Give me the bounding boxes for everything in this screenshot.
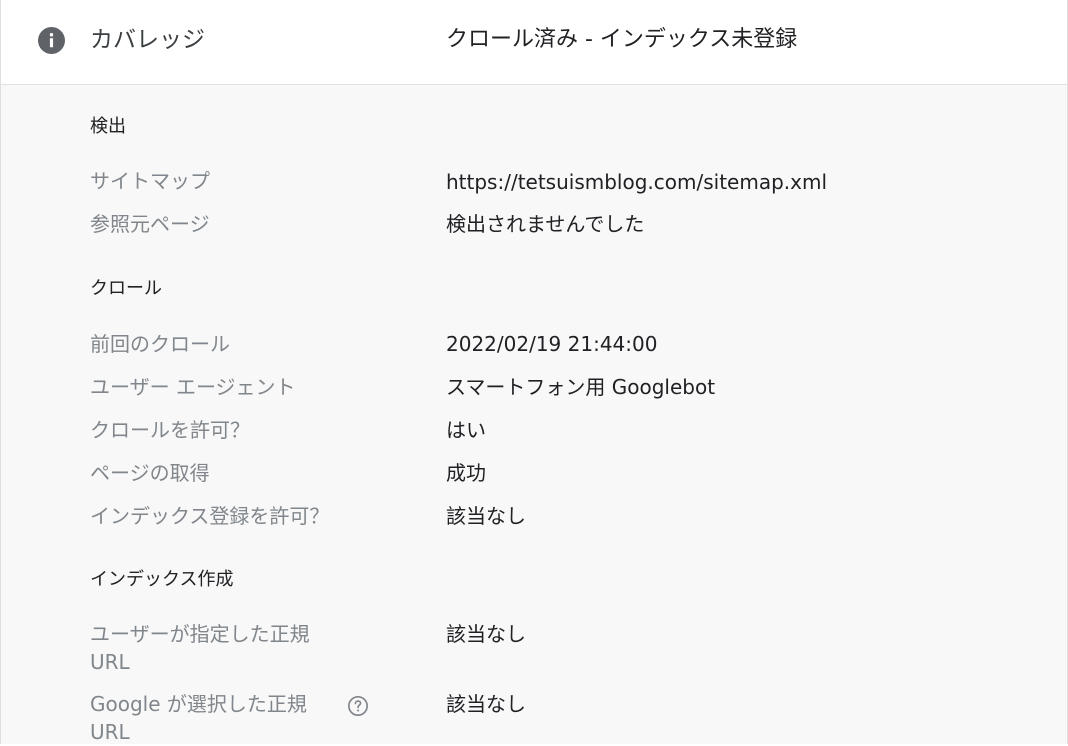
crawl-allowed-label: クロールを許可？ (90, 418, 250, 442)
referring-page-value: 検出されませんでした (446, 212, 645, 236)
info-icon (38, 27, 65, 54)
section-title-indexing: インデックス作成 (90, 569, 234, 590)
referring-page-label: 参照元ページ (90, 212, 210, 236)
section-title-crawl: クロール (90, 278, 162, 299)
google-canonical-label-line2: URL (90, 720, 130, 744)
google-canonical-label-line1: Google が選択した正規 (90, 692, 307, 716)
user-agent-value: スマートフォン用 Googlebot (446, 375, 716, 399)
user-canonical-label-line1: ユーザーが指定した正規 (90, 622, 310, 646)
coverage-status: クロール済み - インデックス未登録 (446, 27, 798, 52)
indexing-allowed-value: 該当なし (446, 504, 526, 528)
page-fetch-label: ページの取得 (90, 461, 210, 485)
coverage-label: カバレッジ (90, 27, 205, 53)
sitemap-value: https://tetsuismblog.com/sitemap.xml (446, 170, 828, 194)
page-fetch-value: 成功 (446, 461, 486, 485)
last-crawl-value: 2022/02/19 21:44:00 (446, 332, 658, 356)
user-canonical-value: 該当なし (446, 622, 526, 646)
coverage-header[interactable]: カバレッジ クロール済み - インデックス未登録 (1, 0, 1067, 85)
user-canonical-label-line2: URL (90, 650, 130, 674)
sitemap-label: サイトマップ (90, 169, 210, 193)
user-agent-label: ユーザー エージェント (90, 375, 296, 399)
google-canonical-value: 該当なし (446, 692, 526, 716)
section-title-discovery: 検出 (90, 116, 126, 137)
last-crawl-label: 前回のクロール (90, 332, 230, 356)
url-inspection-panel: カバレッジ クロール済み - インデックス未登録 検出 サイトマップ https… (0, 0, 1068, 744)
help-circle-icon[interactable] (347, 695, 369, 717)
crawl-allowed-value: はい (446, 418, 486, 442)
indexing-allowed-label: インデックス登録を許可？ (90, 504, 330, 528)
